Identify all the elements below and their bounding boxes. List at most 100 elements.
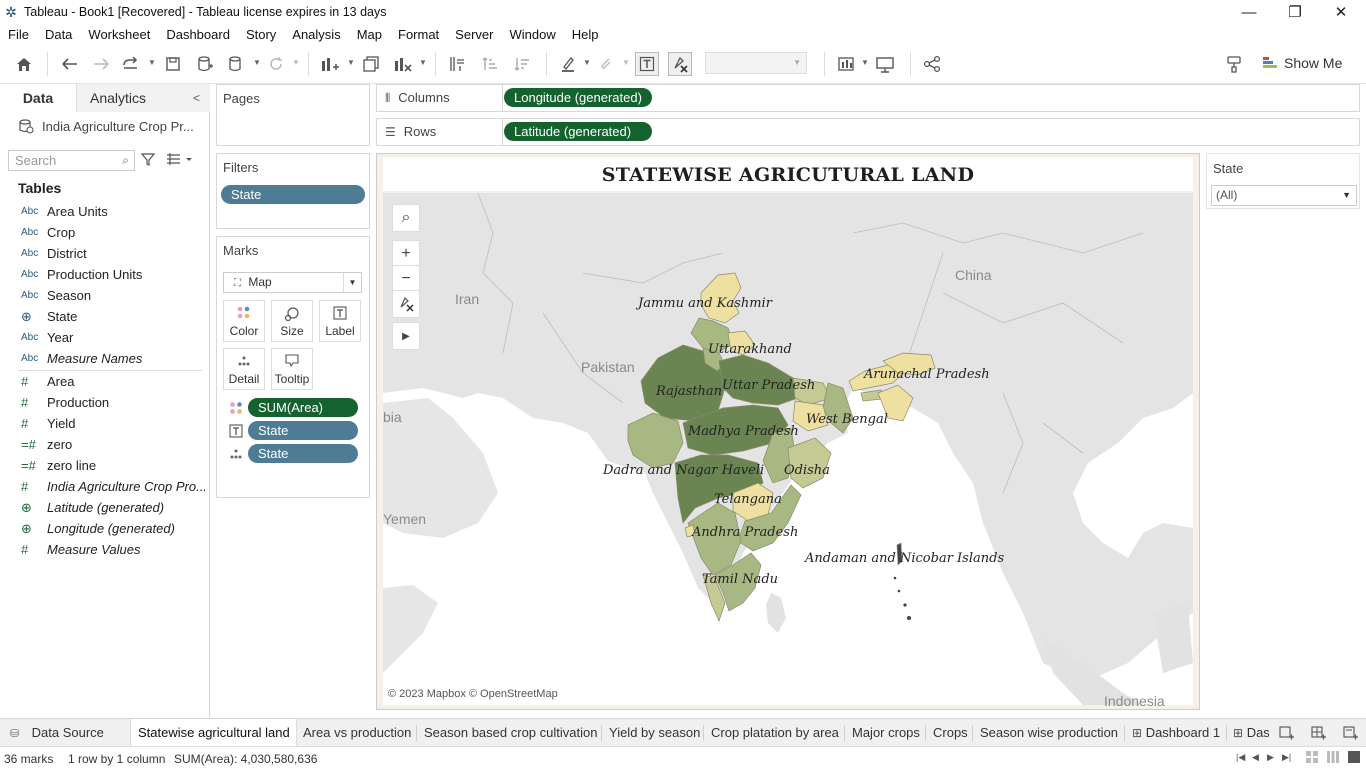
- field-yield[interactable]: # Yield: [0, 413, 208, 434]
- first-sheet-icon[interactable]: |◀: [1236, 752, 1245, 763]
- refresh-icon[interactable]: [264, 52, 288, 76]
- expand-map-toolbar-icon[interactable]: ▶: [392, 322, 420, 350]
- sort-descending-icon[interactable]: [510, 52, 534, 76]
- menu-window[interactable]: Window: [501, 27, 563, 42]
- map-attribution[interactable]: © 2023 Mapbox © OpenStreetMap: [388, 688, 558, 700]
- label-button[interactable]: Label: [319, 300, 361, 342]
- cards-view-icon[interactable]: [835, 52, 859, 76]
- menu-format[interactable]: Format: [390, 27, 447, 42]
- field-zero-line[interactable]: =# zero line: [0, 455, 208, 476]
- swap-rows-columns-icon[interactable]: [445, 52, 469, 76]
- data-source-item[interactable]: India Agriculture Crop Pr...: [18, 116, 208, 136]
- filter-pill-state[interactable]: State: [221, 185, 365, 204]
- marks-pill-state-label[interactable]: State: [248, 421, 358, 440]
- clear-dropdown-icon[interactable]: ▼: [419, 58, 427, 67]
- home-icon[interactable]: [12, 52, 36, 76]
- tab-data-source[interactable]: ⛁ Data Source: [4, 719, 128, 747]
- show-mark-labels-icon[interactable]: [635, 52, 659, 76]
- tab-season-based-crop-cultivation[interactable]: Season based crop cultivation: [424, 719, 597, 747]
- fit-dropdown[interactable]: ▼: [705, 52, 807, 74]
- color-button[interactable]: Color: [223, 300, 265, 342]
- show-filmstrip-icon[interactable]: [1327, 751, 1339, 766]
- new-worksheet-icon[interactable]: [318, 52, 342, 76]
- field-state[interactable]: ⊕ State: [0, 306, 208, 327]
- undo-icon[interactable]: [58, 52, 82, 76]
- share-icon[interactable]: [920, 52, 944, 76]
- tab-major-crops[interactable]: Major crops: [852, 719, 920, 747]
- menu-server[interactable]: Server: [447, 27, 501, 42]
- menu-story[interactable]: Story: [238, 27, 284, 42]
- zoom-in-icon[interactable]: +: [392, 240, 420, 268]
- field-measure-names[interactable]: Abc Measure Names: [0, 348, 208, 369]
- new-data-source-icon[interactable]: [193, 52, 217, 76]
- state-filter-dropdown[interactable]: (All) ▼: [1211, 185, 1357, 206]
- menu-help[interactable]: Help: [564, 27, 607, 42]
- show-sheet-sorter-icon[interactable]: [1306, 751, 1318, 766]
- field-measure-values[interactable]: # Measure Values: [0, 539, 208, 560]
- pages-card[interactable]: Pages: [216, 84, 370, 146]
- field-latitude-generated[interactable]: ⊕ Latitude (generated): [0, 497, 208, 518]
- show-me-button[interactable]: Show Me: [1262, 52, 1342, 74]
- marks-pill-state-detail[interactable]: State: [248, 444, 358, 463]
- clear-sheet-icon[interactable]: [391, 52, 415, 76]
- field-area[interactable]: # Area: [0, 371, 208, 392]
- tab-crop-platation-by-area[interactable]: Crop platation by area: [711, 719, 839, 747]
- refresh-dropdown-icon[interactable]: ▼: [292, 58, 300, 67]
- fix-axes-icon[interactable]: [668, 52, 692, 76]
- mark-type-dropdown[interactable]: ⛶ Map ▼: [223, 272, 362, 293]
- pause-auto-updates-icon[interactable]: [224, 52, 248, 76]
- replay-dropdown-icon[interactable]: ▼: [148, 58, 156, 67]
- field-crop[interactable]: Abc Crop: [0, 222, 208, 243]
- close-button[interactable]: ✕: [1318, 0, 1364, 24]
- format-workbook-icon[interactable]: [1222, 52, 1246, 76]
- tab-statewise-agricultural-land[interactable]: Statewise agricultural land: [130, 719, 297, 747]
- filter-icon[interactable]: [140, 152, 156, 169]
- restore-button[interactable]: ❐: [1272, 0, 1318, 24]
- tab-analytics[interactable]: Analytics: [77, 84, 210, 112]
- field-year[interactable]: Abc Year: [0, 327, 208, 348]
- menu-file[interactable]: File: [0, 27, 37, 42]
- tab-dashboard-truncated[interactable]: ⊞ Das: [1233, 719, 1269, 747]
- highlight-icon[interactable]: [556, 52, 580, 76]
- new-worksheet-tab-icon[interactable]: [1276, 719, 1298, 747]
- new-dashboard-tab-icon[interactable]: [1308, 719, 1330, 747]
- tab-data[interactable]: Data: [0, 84, 77, 112]
- last-sheet-icon[interactable]: ▶|: [1282, 752, 1291, 763]
- field-record-count[interactable]: # India Agriculture Crop Pro...: [0, 476, 208, 497]
- tooltip-button[interactable]: Tooltip: [271, 348, 313, 390]
- search-input[interactable]: Search ⌕: [8, 150, 135, 171]
- menu-worksheet[interactable]: Worksheet: [80, 27, 158, 42]
- show-tabs-icon[interactable]: [1348, 751, 1360, 766]
- field-district[interactable]: Abc District: [0, 243, 208, 264]
- field-production[interactable]: # Production: [0, 392, 208, 413]
- group-dropdown-icon[interactable]: ▼: [622, 58, 630, 67]
- menu-map[interactable]: Map: [349, 27, 390, 42]
- detail-button[interactable]: Detail: [223, 348, 265, 390]
- previous-sheet-icon[interactable]: ◀: [1252, 752, 1259, 763]
- columns-pill-longitude[interactable]: Longitude (generated): [504, 88, 652, 107]
- tab-dashboard-1[interactable]: ⊞ Dashboard 1: [1132, 719, 1224, 747]
- collapse-pane-icon[interactable]: <: [193, 84, 200, 112]
- presentation-mode-icon[interactable]: [873, 52, 897, 76]
- map-view[interactable]: [383, 193, 1193, 705]
- menu-data[interactable]: Data: [37, 27, 80, 42]
- highlight-dropdown-icon[interactable]: ▼: [583, 58, 591, 67]
- tab-yield-by-season[interactable]: Yield by season: [609, 719, 700, 747]
- field-production-units[interactable]: Abc Production Units: [0, 264, 208, 285]
- map-search-icon[interactable]: ⌕: [392, 204, 420, 232]
- new-story-tab-icon[interactable]: [1340, 719, 1362, 747]
- group-members-icon[interactable]: [594, 52, 618, 76]
- rows-pill-latitude[interactable]: Latitude (generated): [504, 122, 652, 141]
- menu-dashboard[interactable]: Dashboard: [158, 27, 238, 42]
- tab-season-wise-production[interactable]: Season wise production: [980, 719, 1118, 747]
- minimize-button[interactable]: —: [1226, 0, 1272, 24]
- view-data-options-icon[interactable]: [166, 152, 192, 169]
- field-area-units[interactable]: Abc Area Units: [0, 201, 208, 222]
- field-zero[interactable]: =# zero: [0, 434, 208, 455]
- zoom-out-icon[interactable]: −: [392, 265, 420, 293]
- menu-analysis[interactable]: Analysis: [284, 27, 348, 42]
- data-dropdown-icon[interactable]: ▼: [253, 58, 261, 67]
- reset-map-icon[interactable]: [392, 290, 420, 318]
- field-season[interactable]: Abc Season: [0, 285, 208, 306]
- marks-pill-sum-area[interactable]: SUM(Area): [248, 398, 358, 417]
